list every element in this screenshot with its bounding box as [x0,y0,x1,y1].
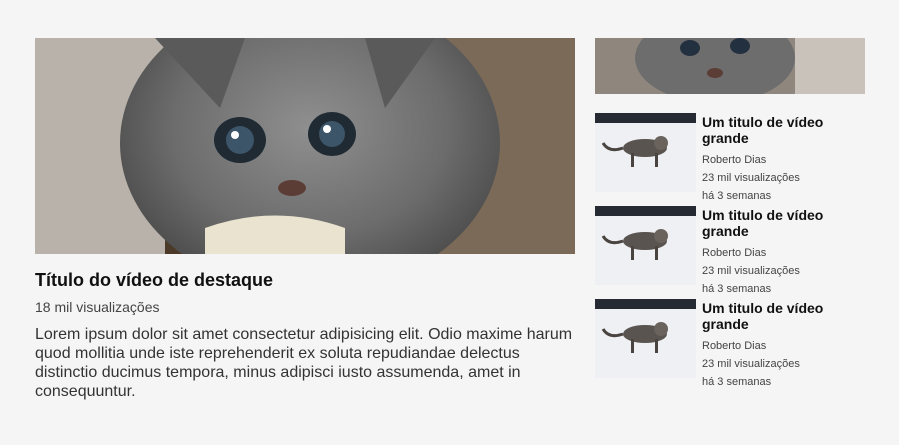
list-item[interactable]: Um titulo de vídeo grande Roberto Dias 2… [595,113,865,202]
cat-in-snow-image [595,299,696,378]
sidebar-top-thumbnail[interactable] [595,38,865,94]
video-meta: Um titulo de vídeo grande Roberto Dias 2… [702,113,865,202]
featured-video-description: Lorem ipsum dolor sit amet consectetur a… [35,326,573,400]
video-title[interactable]: Um titulo de vídeo grande [702,207,865,239]
kitten-image [35,38,575,254]
video-meta: Um titulo de vídeo grande Roberto Dias 2… [702,299,865,388]
cat-in-snow-image [595,113,696,192]
list-item[interactable]: Um titulo de vídeo grande Roberto Dias 2… [595,299,865,388]
video-author[interactable]: Roberto Dias [702,151,865,169]
featured-video-title[interactable]: Título do vídeo de destaque [35,270,575,291]
featured-video-views: 18 mil visualizações [35,299,160,315]
video-author[interactable]: Roberto Dias [702,337,865,355]
featured-video-thumbnail[interactable] [35,38,575,254]
cat-in-snow-image [595,206,696,285]
video-list: Um titulo de vídeo grande Roberto Dias 2… [595,113,865,388]
video-title[interactable]: Um titulo de vídeo grande [702,300,865,332]
video-thumbnail[interactable] [595,206,696,285]
video-author[interactable]: Roberto Dias [702,244,865,262]
kitten-crop-image [595,38,865,94]
video-views: 23 mil visualizações [702,358,800,370]
video-views: 23 mil visualizações [702,265,800,277]
video-thumbnail[interactable] [595,299,696,378]
featured-video: Título do vídeo de destaque 18 mil visua… [35,38,575,401]
video-views: 23 mil visualizações [702,172,800,184]
video-age: há 3 semanas [702,376,772,388]
page: Título do vídeo de destaque 18 mil visua… [0,0,899,445]
video-age: há 3 semanas [702,190,772,202]
video-title[interactable]: Um titulo de vídeo grande [702,114,865,146]
video-meta: Um titulo de vídeo grande Roberto Dias 2… [702,206,865,295]
sidebar: Um titulo de vídeo grande Roberto Dias 2… [595,38,865,392]
video-age: há 3 semanas [702,283,772,295]
list-item[interactable]: Um titulo de vídeo grande Roberto Dias 2… [595,206,865,295]
video-thumbnail[interactable] [595,113,696,192]
